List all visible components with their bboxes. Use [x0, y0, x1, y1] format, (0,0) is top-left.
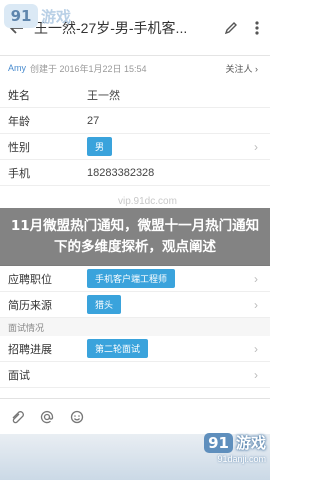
watermark-text: 游戏 [235, 434, 266, 452]
headline-banner: 11月微盟热门通知，微盟十一月热门通知下的多维度探析，观点阐述 [0, 208, 270, 266]
banner-text: 11月微盟热门通知，微盟十一月热门通知下的多维度探析，观点阐述 [10, 218, 260, 255]
field-label: 应聘职位 [8, 273, 52, 286]
site-logo-top: 91 游戏 [4, 4, 71, 28]
chevron-right-icon: › [254, 297, 258, 312]
paperclip-icon [12, 410, 24, 423]
progress-chip: 第二轮面试 [87, 339, 149, 358]
field-gender[interactable]: 性别 男 › [0, 134, 270, 160]
watermark-num: 91 [204, 432, 233, 453]
bottom-toolbar [0, 398, 270, 434]
position-chip: 手机客户端工程师 [87, 269, 176, 288]
field-value: 27 [87, 114, 100, 127]
attachment-button[interactable] [8, 408, 26, 426]
field-phone[interactable]: 手机 18283382328 [0, 160, 270, 186]
field-progress[interactable]: 招聘进展 第二轮面试 › [0, 336, 270, 362]
pencil-icon [224, 21, 237, 34]
field-label: 性别 [8, 141, 30, 154]
chevron-right-icon: › [254, 139, 258, 154]
more-vertical-icon [255, 20, 259, 35]
gender-chip: 男 [87, 137, 113, 156]
source-chip: 猎头 [87, 295, 122, 314]
logo-badge: 91 [4, 4, 38, 28]
field-label: 手机 [8, 167, 30, 180]
watermark-mid: vip.91dc.com [118, 196, 177, 207]
section-header: 面试情况 [0, 318, 270, 336]
edit-button[interactable] [218, 0, 244, 56]
at-icon [40, 410, 54, 423]
follow-button[interactable]: 关注人 › [225, 62, 258, 75]
emoji-button[interactable] [68, 408, 86, 426]
logo-text: 游戏 [41, 7, 72, 26]
author-name[interactable]: Amy [8, 63, 26, 73]
chevron-right-icon: › [254, 367, 258, 382]
record-meta: Amy 创建于 2016年1月22日 15:54 关注人 › [0, 58, 270, 78]
field-label: 简历来源 [8, 299, 52, 312]
watermark-logo: 91 游戏 [170, 432, 266, 453]
field-label: 面试 [8, 369, 30, 382]
field-position[interactable]: 应聘职位 手机客户端工程师 › [0, 266, 270, 292]
chevron-right-icon: › [254, 341, 258, 356]
field-value: 18283382328 [87, 166, 155, 179]
field-age[interactable]: 年龄 27 [0, 108, 270, 134]
created-time: 创建于 2016年1月22日 15:54 [30, 63, 147, 74]
mention-button[interactable] [38, 408, 56, 426]
watermark-url: 91danji.com [217, 454, 266, 464]
field-interview[interactable]: 面试 › [0, 362, 270, 388]
field-label: 姓名 [8, 89, 30, 102]
field-label: 招聘进展 [8, 343, 52, 356]
field-name[interactable]: 姓名 王一然 [0, 82, 270, 108]
more-button[interactable] [244, 0, 270, 56]
watermark-bottom: 91 游戏 91danji.com [170, 432, 266, 464]
field-label: 年龄 [8, 115, 30, 128]
chevron-right-icon: › [254, 271, 258, 286]
field-value: 王一然 [87, 89, 120, 102]
field-source[interactable]: 简历来源 猎头 › [0, 292, 270, 318]
smile-icon [70, 410, 84, 423]
